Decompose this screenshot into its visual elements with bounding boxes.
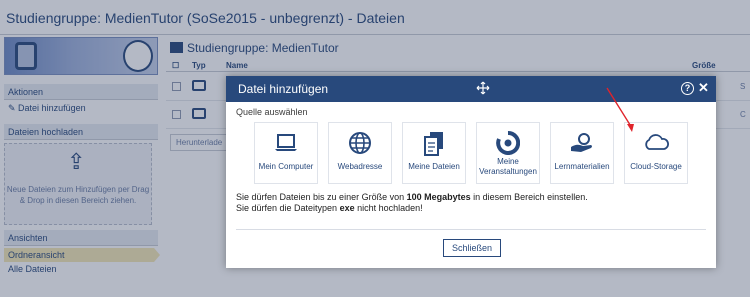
- dialog-footer-divider: [236, 229, 706, 230]
- files-icon: [424, 132, 443, 156]
- close-icon[interactable]: ✕: [698, 81, 709, 95]
- size-limit-value: 100 Megabytes: [406, 192, 471, 202]
- size-limit-line: Sie dürfen Dateien bis zu einer Größe vo…: [236, 192, 588, 202]
- source-label: Webadresse: [337, 162, 383, 171]
- source-my-computer[interactable]: Mein Computer: [254, 122, 318, 184]
- source-label: Cloud-Storage: [630, 162, 682, 171]
- source-label: Mein Computer: [258, 162, 314, 171]
- add-file-dialog: Datei hinzufügen ? ✕ Quelle auswählen Me…: [226, 76, 716, 268]
- move-icon[interactable]: [476, 81, 490, 95]
- source-label: Lernmaterialien: [554, 162, 610, 171]
- source-section-label: Quelle auswählen: [236, 107, 308, 117]
- source-label: Meine Veranstaltungen: [479, 157, 537, 176]
- dialog-title: Datei hinzufügen: [238, 82, 329, 96]
- blocked-filetype: exe: [339, 203, 355, 213]
- cloud-icon: [645, 134, 669, 150]
- annotation-arrow: [606, 87, 634, 132]
- learning-material-icon: [571, 133, 592, 152]
- source-label: Meine Dateien: [408, 162, 460, 171]
- close-button[interactable]: Schließen: [443, 239, 501, 257]
- source-web-address[interactable]: Webadresse: [328, 122, 392, 184]
- upload-limits-note: Sie dürfen Dateien bis zu einer Größe vo…: [236, 192, 588, 214]
- source-my-courses[interactable]: Meine Veranstaltungen: [476, 122, 540, 184]
- dialog-titlebar[interactable]: Datei hinzufügen ? ✕: [226, 76, 716, 102]
- seminar-icon: [496, 131, 520, 155]
- globe-icon: [349, 132, 371, 154]
- help-icon[interactable]: ?: [681, 82, 694, 95]
- filetype-limit-line: Sie dürfen die Dateitypen exe nicht hoch…: [236, 203, 423, 213]
- source-my-files[interactable]: Meine Dateien: [402, 122, 466, 184]
- laptop-icon: [275, 134, 297, 151]
